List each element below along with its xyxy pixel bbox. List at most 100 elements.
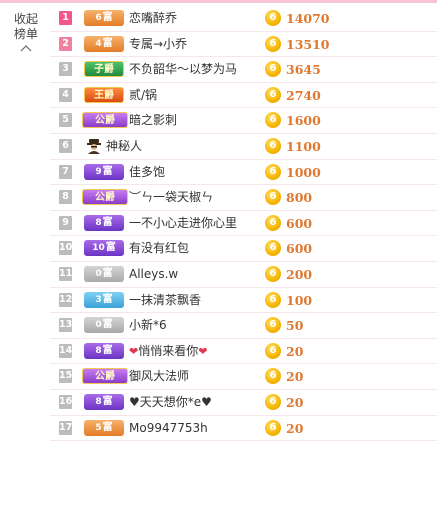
user-name-text: 悄悄来看你	[138, 343, 199, 358]
badge-title: 富	[102, 267, 113, 279]
contribution-score: 14070	[286, 11, 330, 26]
user-name[interactable]: 专属→小乔	[129, 32, 187, 57]
rank-number: 4	[59, 87, 72, 102]
coin-icon: 6	[265, 291, 281, 308]
ranking-row[interactable]: 1 6富 恋嘴醉乔 6 14070	[50, 6, 437, 32]
badge-title: 富	[102, 293, 113, 305]
coin-icon: 6	[265, 368, 281, 385]
badge-level: 5	[95, 422, 102, 433]
user-name[interactable]: 一不小心走进你心里	[129, 211, 237, 236]
ranking-row[interactable]: 14 8富 ❤悄悄来看你❤ 6 20	[50, 339, 437, 365]
ranking-row[interactable]: 9 8富 一不小心走进你心里 6 600	[50, 211, 437, 237]
contribution-score: 600	[286, 215, 313, 231]
user-name[interactable]: 恋嘴醉乔	[129, 6, 177, 31]
coin-icon: 6	[265, 342, 281, 359]
user-name[interactable]: Alleys.w	[129, 262, 178, 287]
contribution-score: 20	[286, 343, 304, 359]
badge-title: 公爵	[95, 192, 115, 204]
coin-icon: 6	[265, 265, 281, 282]
user-name[interactable]: ♥天天想你*e♥	[129, 390, 212, 415]
badge-title: 富	[102, 216, 113, 228]
badge-level: 0	[95, 268, 102, 279]
contribution-score: 600	[286, 241, 313, 257]
user-name[interactable]: 暗之影刺	[129, 108, 177, 133]
top-accent-line	[0, 0, 437, 3]
rank-number: 10	[59, 241, 73, 256]
contribution-score: 20	[286, 420, 304, 436]
badge-title: 王爵	[94, 89, 114, 101]
coin-icon: 6	[265, 214, 281, 231]
contribution-score: 200	[286, 266, 313, 282]
coin-icon: 6	[265, 419, 281, 436]
coin-icon: 6	[265, 10, 281, 26]
collapse-ranking-button[interactable]: 收起 榜单	[8, 12, 44, 52]
rank-number: 7	[59, 164, 72, 179]
chevron-up-icon	[20, 45, 32, 52]
contribution-score: 13510	[286, 36, 330, 52]
rank-number: 3	[59, 62, 72, 77]
rank-badge: 6富	[84, 10, 124, 26]
rank-number: 6	[59, 138, 72, 153]
coin-icon: 6	[265, 61, 281, 78]
contribution-score: 100	[286, 292, 313, 308]
ranking-row[interactable]: 12 3富 一抹清茶飘香 6 100	[50, 288, 437, 314]
mystery-person-icon	[87, 138, 101, 154]
user-name[interactable]: 小新*6	[129, 313, 167, 338]
user-name[interactable]: 不负韶华～以梦为马	[129, 57, 237, 82]
rank-number: 14	[59, 343, 73, 358]
rank-badge: 8富	[84, 342, 124, 359]
ranking-row[interactable]: 11 0富 Alleys.w 6 200	[50, 262, 437, 288]
user-name[interactable]: Mo9947753h	[129, 416, 208, 441]
ranking-row[interactable]: 7 9富 佳多饱 6 1000	[50, 160, 437, 186]
contribution-score: 50	[286, 318, 304, 334]
badge-title: 子爵	[94, 64, 114, 76]
rank-badge: 公爵	[82, 189, 128, 206]
badge-title: 富	[102, 12, 113, 23]
rank-badge: 8富	[84, 393, 124, 410]
rank-badge: 9富	[84, 163, 124, 180]
coin-icon: 6	[265, 189, 281, 206]
badge-title: 富	[105, 242, 116, 254]
rank-badge: 公爵	[82, 368, 128, 385]
rank-badge: 0富	[84, 265, 124, 282]
ranking-row[interactable]: 8 公爵 ︶ㄣ一袋天椒ㄣ 6 800	[50, 185, 437, 211]
ranking-row[interactable]: 2 4富 专属→小乔 6 13510	[50, 32, 437, 58]
rank-badge: 3富	[84, 291, 124, 308]
contribution-score: 3645	[286, 62, 321, 78]
contribution-score: 1100	[286, 138, 321, 154]
contribution-score: 2740	[286, 87, 321, 103]
ranking-row[interactable]: 13 0富 小新*6 6 50	[50, 313, 437, 339]
ranking-row[interactable]: 16 8富 ♥天天想你*e♥ 6 20	[50, 390, 437, 416]
broken-heart-icon: ❤	[129, 344, 139, 358]
rank-number: 2	[59, 36, 72, 51]
badge-title: 富	[102, 344, 113, 356]
rank-badge: 10富	[84, 240, 124, 257]
user-name[interactable]: ❤悄悄来看你❤	[129, 339, 207, 364]
ranking-row[interactable]: 3 子爵 不负韶华～以梦为马 6 3645	[50, 57, 437, 83]
ranking-row[interactable]: 6 神秘人 6 1100	[50, 134, 437, 160]
user-name[interactable]: 神秘人	[106, 134, 142, 159]
rank-number: 15	[59, 369, 73, 384]
user-name[interactable]: 一抹清茶飘香	[129, 288, 201, 313]
rank-number: 17	[59, 420, 73, 435]
coin-icon: 6	[265, 317, 281, 334]
user-name[interactable]: 佳多饱	[129, 160, 165, 185]
ranking-row[interactable]: 17 5富 Mo9947753h 6 20	[50, 416, 437, 442]
user-name[interactable]: ︶ㄣ一袋天椒ㄣ	[129, 185, 213, 210]
ranking-row[interactable]: 10 10富 有没有红包 6 600	[50, 236, 437, 262]
contribution-score: 1600	[286, 113, 321, 129]
rank-badge: 子爵	[84, 61, 124, 78]
ranking-row[interactable]: 15 公爵 御风大法师 6 20	[50, 364, 437, 390]
rank-badge: 5富	[84, 419, 124, 436]
badge-level: 9	[95, 166, 102, 177]
badge-title: 富	[102, 421, 113, 433]
ranking-row[interactable]: 4 王爵 贰/锅 6 2740	[50, 83, 437, 109]
user-name[interactable]: 有没有红包	[129, 236, 189, 261]
collapse-label-line2: 榜单	[13, 27, 38, 41]
user-name[interactable]: 御风大法师	[129, 364, 189, 389]
contribution-score: 800	[286, 190, 313, 206]
user-name[interactable]: 贰/锅	[129, 83, 157, 108]
rank-badge: 王爵	[84, 86, 124, 103]
broken-heart-icon: ❤	[198, 344, 208, 358]
ranking-row[interactable]: 5 公爵 暗之影刺 6 1600	[50, 108, 437, 134]
